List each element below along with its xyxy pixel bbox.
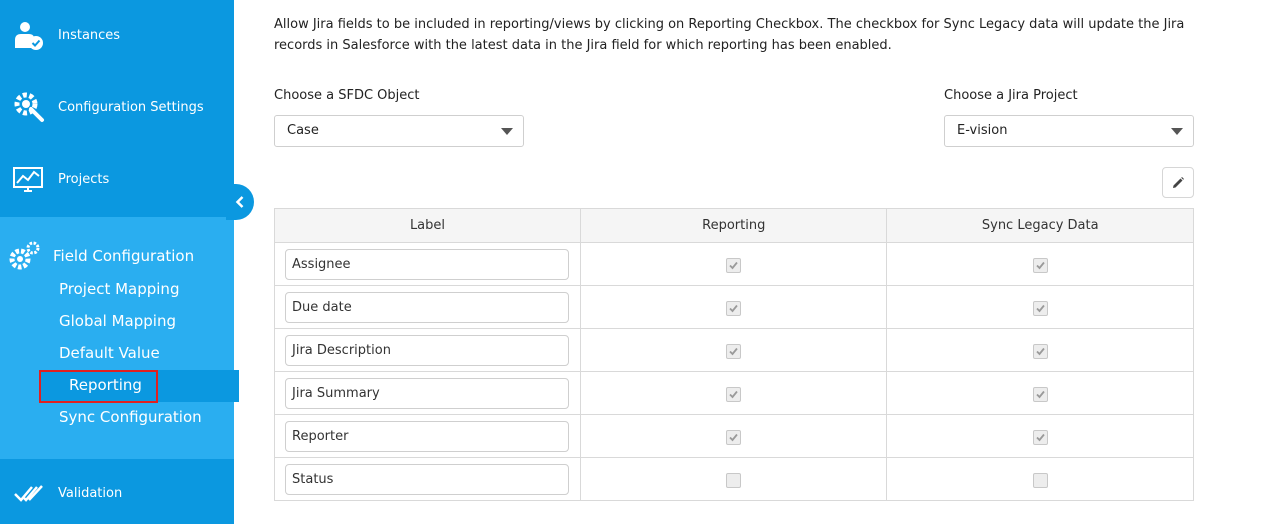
- jira-project-select[interactable]: E-vision: [944, 115, 1194, 147]
- nav-configuration-settings[interactable]: Configuration Settings: [0, 88, 234, 126]
- gear-wrench-icon: [14, 92, 44, 122]
- nav-projects-label: Projects: [58, 171, 110, 187]
- sync-cell: [886, 457, 1194, 501]
- chevron-left-icon: [235, 196, 244, 208]
- reporting-cell: [579, 285, 888, 329]
- reporting-checkbox[interactable]: [726, 472, 742, 488]
- nav-instances-label: Instances: [58, 27, 121, 43]
- reporting-checkbox[interactable]: [726, 257, 742, 273]
- sync-cell: [886, 285, 1194, 329]
- pencil-icon: [1173, 176, 1184, 188]
- sync-legacy-checkbox[interactable]: [1032, 343, 1048, 359]
- table-header-row: Label Reporting Sync Legacy Data: [274, 208, 1194, 243]
- checkmark-icon: [729, 261, 738, 269]
- checkmark-icon: [729, 304, 738, 312]
- table-row: Reporter: [274, 414, 1194, 458]
- label-cell: Jira Description: [274, 328, 581, 372]
- table-row: Due date: [274, 285, 1194, 329]
- user-check-icon: [15, 22, 43, 50]
- field-label-input[interactable]: Status: [285, 463, 569, 495]
- label-cell: Assignee: [274, 242, 581, 286]
- sync-cell: [886, 414, 1194, 458]
- double-check-icon: [14, 485, 43, 502]
- table-row: Status: [274, 457, 1194, 501]
- label-cell: Jira Summary: [274, 371, 581, 415]
- checkmark-icon: [729, 347, 738, 355]
- caret-down-icon: [501, 128, 513, 135]
- sfdc-object-label: Choose a SFDC Object: [274, 88, 420, 103]
- field-label-input[interactable]: Jira Summary: [285, 377, 569, 409]
- table-row: Jira Description: [274, 328, 1194, 372]
- caret-down-icon: [1171, 128, 1183, 135]
- gears-icon: [9, 241, 40, 270]
- jira-project-label: Choose a Jira Project: [944, 88, 1078, 103]
- nav-instances[interactable]: Instances: [0, 16, 234, 54]
- reporting-cell: [579, 457, 888, 501]
- sync-legacy-checkbox[interactable]: [1032, 386, 1048, 402]
- nav-sync-configuration[interactable]: Sync Configuration: [59, 408, 202, 426]
- reporting-cell: [579, 414, 888, 458]
- checkmark-icon: [1036, 304, 1045, 312]
- sfdc-object-select[interactable]: Case: [274, 115, 524, 147]
- reporting-checkbox[interactable]: [726, 343, 742, 359]
- label-cell: Due date: [274, 285, 581, 329]
- checkmark-icon: [1036, 347, 1045, 355]
- field-label-input[interactable]: Jira Description: [285, 334, 569, 366]
- field-configuration-label: Field Configuration: [53, 247, 195, 265]
- field-label-input[interactable]: Reporter: [285, 420, 569, 452]
- checkmark-icon: [1036, 390, 1045, 398]
- sidebar-collapse-button[interactable]: [226, 184, 254, 220]
- reporting-checkbox[interactable]: [726, 429, 742, 445]
- nav-configuration-label: Configuration Settings: [58, 99, 204, 115]
- sync-legacy-checkbox[interactable]: [1032, 472, 1048, 488]
- field-configuration-group: Field Configuration Project Mapping Glob…: [0, 217, 239, 459]
- sync-legacy-checkbox[interactable]: [1032, 257, 1048, 273]
- checkmark-icon: [1036, 433, 1045, 441]
- field-label-input[interactable]: Assignee: [285, 248, 569, 280]
- reporting-table: Label Reporting Sync Legacy Data Assigne…: [274, 208, 1194, 501]
- nav-validation[interactable]: Validation: [0, 474, 234, 512]
- sync-cell: [886, 371, 1194, 415]
- sync-legacy-checkbox[interactable]: [1032, 300, 1048, 316]
- reporting-checkbox[interactable]: [726, 300, 742, 316]
- sync-cell: [886, 328, 1194, 372]
- label-cell: Reporter: [274, 414, 581, 458]
- nav-reporting[interactable]: Reporting: [69, 376, 142, 394]
- reporting-cell: [579, 242, 888, 286]
- monitor-chart-icon: [13, 167, 43, 192]
- field-label-input[interactable]: Due date: [285, 291, 569, 323]
- sync-legacy-checkbox[interactable]: [1032, 429, 1048, 445]
- header-sync-legacy-data: Sync Legacy Data: [886, 208, 1194, 243]
- table-row: Jira Summary: [274, 371, 1194, 415]
- nav-default-value[interactable]: Default Value: [59, 344, 160, 362]
- nav-validation-label: Validation: [58, 485, 123, 501]
- edit-button[interactable]: [1162, 167, 1194, 198]
- nav-field-configuration[interactable]: Field Configuration: [0, 239, 234, 273]
- checkmark-icon: [729, 433, 738, 441]
- sfdc-object-value: Case: [287, 123, 319, 138]
- reporting-cell: [579, 371, 888, 415]
- sync-cell: [886, 242, 1194, 286]
- checkmark-icon: [1036, 261, 1045, 269]
- reporting-cell: [579, 328, 888, 372]
- checkmark-icon: [729, 390, 738, 398]
- reporting-checkbox[interactable]: [726, 386, 742, 402]
- header-reporting: Reporting: [579, 208, 888, 243]
- jira-project-value: E-vision: [957, 123, 1008, 138]
- reporting-description: Allow Jira fields to be included in repo…: [274, 17, 1185, 53]
- nav-global-mapping[interactable]: Global Mapping: [59, 312, 176, 330]
- label-cell: Status: [274, 457, 581, 501]
- header-label: Label: [274, 208, 581, 243]
- nav-project-mapping[interactable]: Project Mapping: [59, 280, 179, 298]
- sidebar: Instances Configuration Settings Project…: [0, 0, 239, 524]
- nav-projects[interactable]: Projects: [0, 160, 234, 198]
- table-row: Assignee: [274, 242, 1194, 286]
